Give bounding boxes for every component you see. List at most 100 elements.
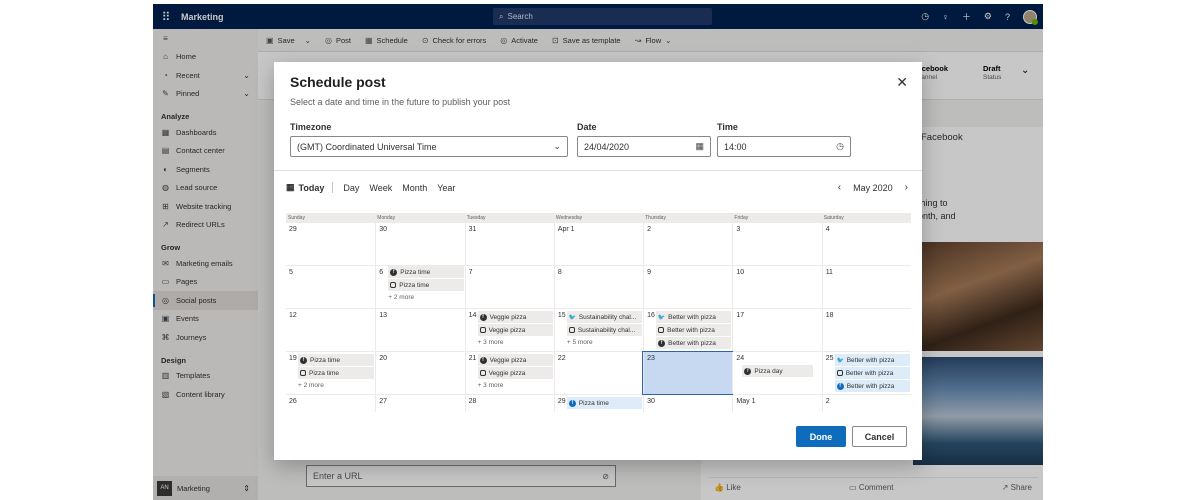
- calendar-day[interactable]: 2: [643, 223, 732, 265]
- calendar-day[interactable]: Apr 1: [553, 223, 643, 265]
- chevron-left-icon[interactable]: ‹: [838, 182, 841, 193]
- calendar-day[interactable]: 6 f Pizza time Pizza time + 2 more: [375, 266, 464, 308]
- clock-icon[interactable]: ◷: [836, 141, 844, 152]
- facebook-icon: f: [300, 356, 307, 364]
- calendar-day[interactable]: 13: [375, 309, 464, 351]
- calendar-event[interactable]: Veggie pizza: [477, 367, 553, 379]
- timezone-select[interactable]: (GMT) Coordinated Universal Time ⌄: [290, 136, 568, 157]
- calendar-day[interactable]: 5: [286, 266, 375, 308]
- calendar-day[interactable]: 8: [553, 266, 643, 308]
- calendar-event[interactable]: Pizza time: [298, 367, 375, 379]
- today-button[interactable]: ▦ Today: [286, 182, 334, 193]
- more-events-link[interactable]: + 2 more: [388, 294, 414, 301]
- calendar-day[interactable]: 14 f Veggie pizza Veggie pizza + 3 more: [464, 309, 554, 351]
- calendar-week: 5 6 f Pizza time Pizza time + 2 more 7 8 …: [286, 266, 911, 309]
- calendar-event[interactable]: f Veggie pizza: [477, 311, 553, 323]
- calendar-day[interactable]: 29: [286, 223, 375, 265]
- calendar-event[interactable]: f Veggie pizza: [477, 354, 553, 366]
- calendar-day[interactable]: 29 f Pizza time: [553, 395, 643, 412]
- calendar-day[interactable]: 11: [821, 266, 911, 308]
- calendar-event[interactable]: 🐦 Better with pizza: [656, 311, 732, 323]
- calendar-day[interactable]: 30: [643, 395, 732, 412]
- calendar-day[interactable]: 15 🐦 Sustainability chal... Sustainabilit…: [553, 309, 643, 351]
- calendar-event[interactable]: Veggie pizza: [477, 324, 553, 336]
- more-events-link[interactable]: + 2 more: [298, 382, 324, 389]
- calendar-day[interactable]: 28: [464, 395, 554, 412]
- facebook-icon: f: [479, 313, 487, 321]
- calendar-day[interactable]: 26: [286, 395, 375, 412]
- calendar-event[interactable]: f Pizza time: [388, 266, 464, 278]
- calendar-day[interactable]: 21 f Veggie pizza Veggie pizza + 3 more: [464, 352, 554, 394]
- instagram-icon: [390, 282, 397, 288]
- calendar-day[interactable]: 18: [821, 309, 911, 351]
- date-label: Date: [577, 122, 597, 132]
- calendar-event[interactable]: f Pizza day: [742, 365, 813, 377]
- day-header: Tuesday: [466, 215, 486, 221]
- calendar-event[interactable]: f Better with pizza: [834, 380, 910, 392]
- calendar-day[interactable]: 17: [732, 309, 821, 351]
- instagram-icon: [568, 327, 575, 333]
- calendar-day[interactable]: 3: [732, 223, 821, 265]
- month-calendar: Sunday Monday Tuesday Wednesday Thursday…: [286, 213, 911, 412]
- view-day[interactable]: Day: [343, 183, 359, 193]
- calendar-event[interactable]: Better with pizza: [656, 324, 732, 336]
- calendar-event[interactable]: f Pizza time: [298, 354, 375, 366]
- calendar-day[interactable]: 9: [643, 266, 732, 308]
- calendar-day[interactable]: 2: [821, 395, 911, 412]
- calendar-icon[interactable]: ▦: [695, 141, 704, 152]
- day-header: Thursday: [645, 215, 666, 221]
- calendar-event[interactable]: Better with pizza: [834, 367, 910, 379]
- calendar-today-icon: ▦: [286, 182, 295, 192]
- instagram-icon: [658, 327, 665, 333]
- view-week[interactable]: Week: [369, 183, 392, 193]
- calendar-day[interactable]: 7: [464, 266, 554, 308]
- calendar-day[interactable]: 31: [464, 223, 554, 265]
- twitter-icon: 🐦: [568, 314, 577, 321]
- done-button[interactable]: Done: [796, 426, 846, 447]
- calendar-day[interactable]: 16 🐦 Better with pizza Better with pizza …: [643, 309, 732, 351]
- month-navigator: ‹ May 2020 ›: [838, 180, 908, 195]
- date-input[interactable]: 24/04/2020 ▦: [577, 136, 711, 157]
- calendar-day[interactable]: 12: [286, 309, 375, 351]
- more-events-link[interactable]: + 3 more: [478, 382, 504, 389]
- calendar-week: 29 30 31 Apr 1 2 3 4: [286, 223, 911, 266]
- facebook-icon: f: [744, 367, 752, 375]
- view-month[interactable]: Month: [402, 183, 427, 193]
- calendar-event[interactable]: f Pizza time: [566, 397, 643, 409]
- day-header: Monday: [377, 215, 396, 221]
- month-label: May 2020: [853, 182, 893, 193]
- day-header: Friday: [734, 215, 749, 221]
- chevron-right-icon[interactable]: ›: [905, 182, 908, 193]
- divider: [274, 170, 922, 171]
- calendar-view-nav: ▦ Today Day Week Month Year: [286, 180, 455, 195]
- calendar-day[interactable]: 24 f Pizza day: [732, 352, 821, 394]
- more-events-link[interactable]: + 3 more: [478, 339, 504, 346]
- cancel-button[interactable]: Cancel: [852, 426, 907, 447]
- calendar-event[interactable]: 🐦 Sustainability chal...: [566, 311, 643, 323]
- calendar-day[interactable]: 4: [821, 223, 911, 265]
- calendar-day[interactable]: 19 f Pizza time Pizza time + 2 more: [286, 352, 375, 394]
- facebook-icon: f: [658, 339, 666, 347]
- calendar-day[interactable]: 30: [375, 223, 464, 265]
- calendar-day[interactable]: 25 🐦 Better with pizza Better with pizza …: [821, 352, 911, 394]
- calendar-event[interactable]: Sustainability chal...: [566, 324, 643, 336]
- calendar-day[interactable]: 10: [732, 266, 821, 308]
- day-headers: Sunday Monday Tuesday Wednesday Thursday…: [286, 213, 911, 223]
- calendar-day[interactable]: 27: [375, 395, 464, 412]
- timezone-label: Timezone: [290, 122, 332, 132]
- time-label: Time: [717, 122, 738, 132]
- calendar-event[interactable]: Pizza time: [388, 279, 464, 291]
- twitter-icon: 🐦: [836, 357, 844, 364]
- calendar-day-selected[interactable]: 23: [642, 351, 734, 395]
- calendar-day[interactable]: 20: [375, 352, 464, 394]
- calendar-day[interactable]: 22: [553, 352, 643, 394]
- time-input[interactable]: 14:00 ◷: [717, 136, 851, 157]
- twitter-icon: 🐦: [657, 314, 666, 321]
- more-events-link[interactable]: + 5 more: [567, 339, 593, 346]
- calendar-day[interactable]: May 1: [732, 395, 821, 412]
- schedule-post-dialog: Schedule post ✕ Select a date and time i…: [274, 62, 922, 460]
- close-icon[interactable]: ✕: [896, 74, 908, 91]
- calendar-event[interactable]: f Better with pizza: [656, 337, 732, 349]
- view-year[interactable]: Year: [437, 183, 455, 193]
- calendar-event[interactable]: 🐦 Better with pizza: [834, 354, 910, 366]
